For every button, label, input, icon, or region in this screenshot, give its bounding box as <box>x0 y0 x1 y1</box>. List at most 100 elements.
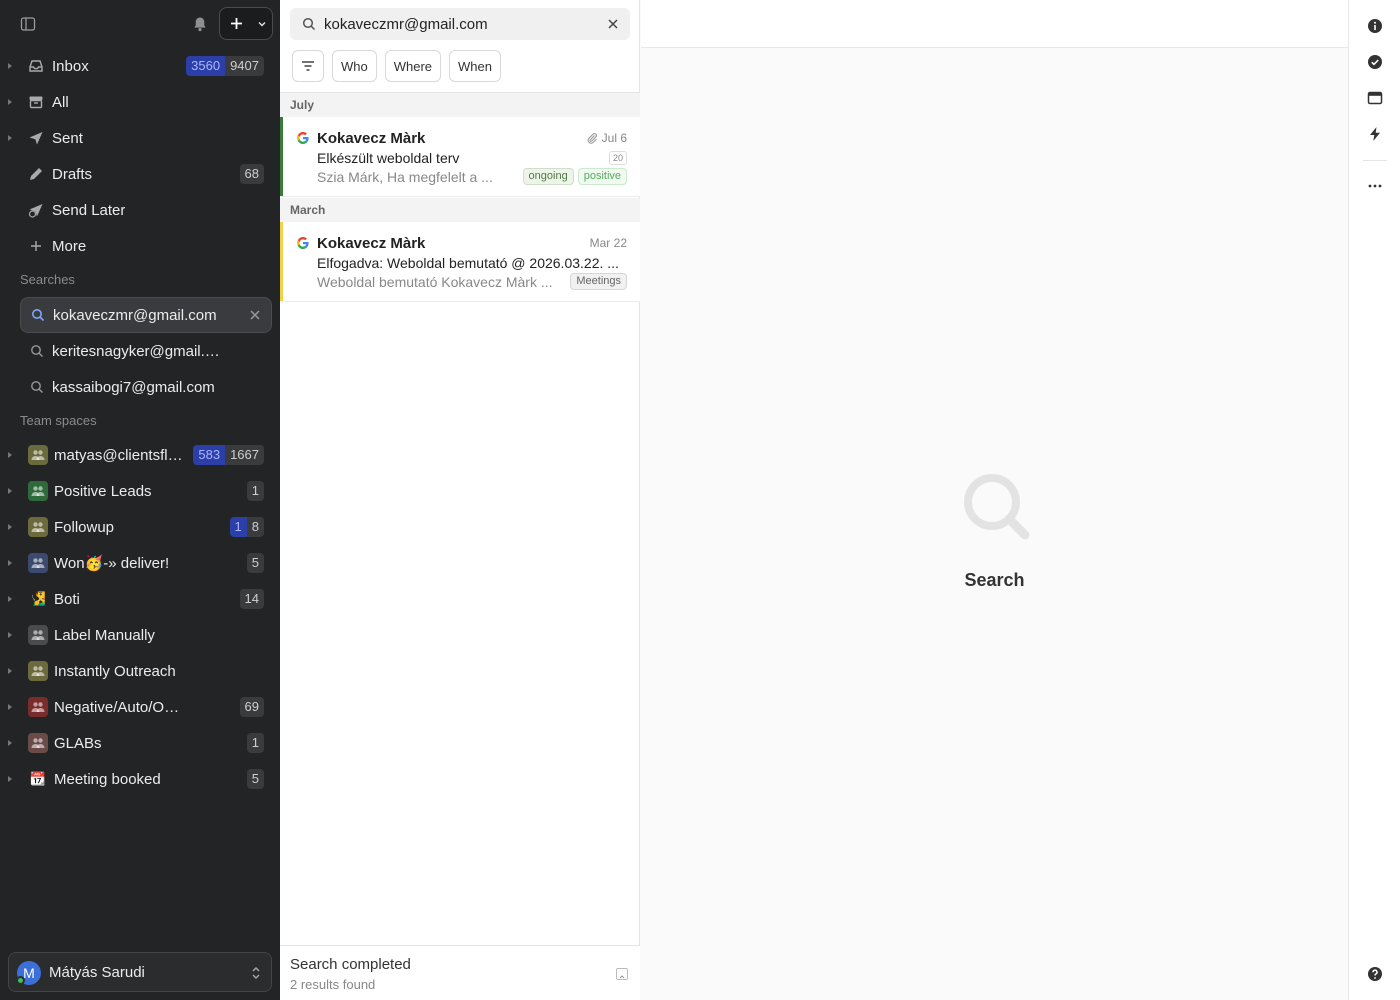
team-space-label: Label Manually <box>54 626 155 644</box>
sidebar-item-label: Send Later <box>52 201 126 219</box>
chevron-up-down-icon <box>252 967 260 979</box>
team-avatar <box>28 445 48 465</box>
count-badge: 14 <box>239 589 264 609</box>
caret-right-icon[interactable] <box>6 667 14 675</box>
caret-right-icon[interactable] <box>6 559 14 567</box>
close-icon[interactable] <box>249 309 261 321</box>
sidebar-item-send-later[interactable]: Send Later <box>0 192 280 228</box>
search-bar[interactable] <box>290 8 630 40</box>
people-icon <box>31 630 45 640</box>
compose-button[interactable] <box>219 7 273 40</box>
chevron-down-icon[interactable] <box>252 8 272 39</box>
saved-search-label: kassaibogi7@gmail.com <box>52 378 215 396</box>
saved-search-item[interactable]: kassaibogi7@gmail.com <box>20 369 272 405</box>
user-switcher[interactable]: M Mátyás Sarudi <box>8 952 272 992</box>
caret-right-icon[interactable] <box>6 703 14 711</box>
caret-right-icon[interactable] <box>6 134 14 142</box>
mail-list-item[interactable]: Kokavecz Màrk Jul 6 Elkészült weboldal t… <box>280 117 640 197</box>
more-icon[interactable] <box>1367 178 1383 194</box>
team-space-label: Boti <box>54 590 80 608</box>
mail-preview: Szia Márk, Ha megfelelt a ... <box>317 169 493 185</box>
team-emoji: 🧏‍♂️ <box>29 591 47 606</box>
user-name: Mátyás Sarudi <box>49 964 145 981</box>
clear-search-icon[interactable] <box>608 19 618 29</box>
caret-right-icon[interactable] <box>6 775 14 783</box>
mail-labels: ongoing positive <box>522 168 627 185</box>
check-circle-icon[interactable] <box>1367 54 1383 70</box>
badge-total: 5 <box>246 769 264 789</box>
window-icon[interactable] <box>1367 90 1383 106</box>
team-space-item[interactable]: matyas@clientsflow 583 1667 <box>0 437 280 473</box>
team-space-item[interactable]: 🧏‍♂️ Boti 14 <box>0 581 280 617</box>
info-icon[interactable] <box>1367 18 1383 34</box>
search-filters: Who Where When <box>292 50 501 82</box>
search-result-count: 2 results found <box>290 977 376 992</box>
search-icon <box>964 474 1030 540</box>
people-icon <box>31 522 45 532</box>
help-icon[interactable] <box>1367 966 1383 982</box>
saved-search-item[interactable]: kokaveczmr@gmail.com <box>20 297 272 333</box>
team-space-item[interactable]: GLABs 1 <box>0 725 280 761</box>
team-space-item[interactable]: Positive Leads 1 <box>0 473 280 509</box>
archive-icon <box>28 94 44 110</box>
online-status-icon <box>16 976 25 985</box>
sidebar-toggle-icon[interactable] <box>20 16 36 32</box>
team-space-label: Positive Leads <box>54 482 152 500</box>
caret-right-icon[interactable] <box>6 451 14 459</box>
team-space-label: GLABs <box>54 734 102 752</box>
filter-options-button[interactable] <box>292 50 324 82</box>
caret-right-icon[interactable] <box>6 98 14 106</box>
sidebar-item-label: Sent <box>52 129 83 147</box>
team-space-item[interactable]: Instantly Outreach <box>0 653 280 689</box>
search-icon <box>32 309 45 322</box>
team-space-item[interactable]: Followup 1 8 <box>0 509 280 545</box>
caret-right-icon[interactable] <box>6 595 14 603</box>
team-space-item[interactable]: Negative/Auto/OOO Leads 69 <box>0 689 280 725</box>
label-color-stripe <box>280 222 283 301</box>
team-avatar <box>28 517 48 537</box>
filter-who-button[interactable]: Who <box>332 50 377 82</box>
filter-where-button[interactable]: Where <box>384 50 442 82</box>
label-meetings[interactable]: Meetings <box>570 273 627 290</box>
mail-list-item[interactable]: Kokavecz Màrk Mar 22 Elfogadva: Weboldal… <box>280 222 640 302</box>
group-header-july: July <box>280 93 640 117</box>
sidebar-item-inbox[interactable]: Inbox 3560 9407 <box>0 48 280 84</box>
caret-right-icon[interactable] <box>6 62 14 70</box>
expand-icon[interactable] <box>616 968 628 980</box>
search-status-title: Search completed <box>290 956 411 973</box>
sidebar-item-label: All <box>52 93 69 111</box>
saved-search-item[interactable]: keritesnagyker@gmail.com <box>20 333 272 369</box>
badge-total: 9407 <box>225 56 264 76</box>
team-space-item[interactable]: Won🥳-» deliver! 5 <box>0 545 280 581</box>
inbox-icon <box>28 58 44 74</box>
sidebar-item-label: Inbox <box>52 57 89 75</box>
mail-subject: Elfogadva: Weboldal bemutató @ 2026.03.2… <box>317 255 619 271</box>
caret-right-icon[interactable] <box>6 487 14 495</box>
thread-count-badge: 20 <box>608 151 627 165</box>
people-icon <box>31 450 45 460</box>
team-space-label: Negative/Auto/OOO Leads <box>54 698 184 716</box>
sidebar-header <box>0 0 280 48</box>
sidebar-item-sent[interactable]: Sent <box>0 120 280 156</box>
team-space-item[interactable]: Label Manually <box>0 617 280 653</box>
caret-right-icon[interactable] <box>6 739 14 747</box>
count-badge: 1 <box>246 733 264 753</box>
bell-icon[interactable] <box>191 15 209 33</box>
label-positive[interactable]: positive <box>577 168 627 185</box>
main-content: Search <box>641 0 1348 1000</box>
team-space-item[interactable]: 📆 Meeting booked 5 <box>0 761 280 797</box>
filter-when-button[interactable]: When <box>449 50 501 82</box>
caret-right-icon[interactable] <box>6 631 14 639</box>
group-header-march: March <box>280 198 640 222</box>
team-avatar <box>28 733 48 753</box>
search-input[interactable] <box>324 8 594 40</box>
sidebar-item-more[interactable]: More <box>0 228 280 264</box>
caret-right-icon[interactable] <box>6 523 14 531</box>
sidebar-item-drafts[interactable]: Drafts 68 <box>0 156 280 192</box>
team-space-label: Instantly Outreach <box>54 662 176 680</box>
label-ongoing[interactable]: ongoing <box>522 168 574 185</box>
bolt-icon[interactable] <box>1367 126 1383 142</box>
sidebar-item-all[interactable]: All <box>0 84 280 120</box>
paperclip-icon <box>587 133 597 144</box>
plus-icon[interactable] <box>220 8 252 39</box>
